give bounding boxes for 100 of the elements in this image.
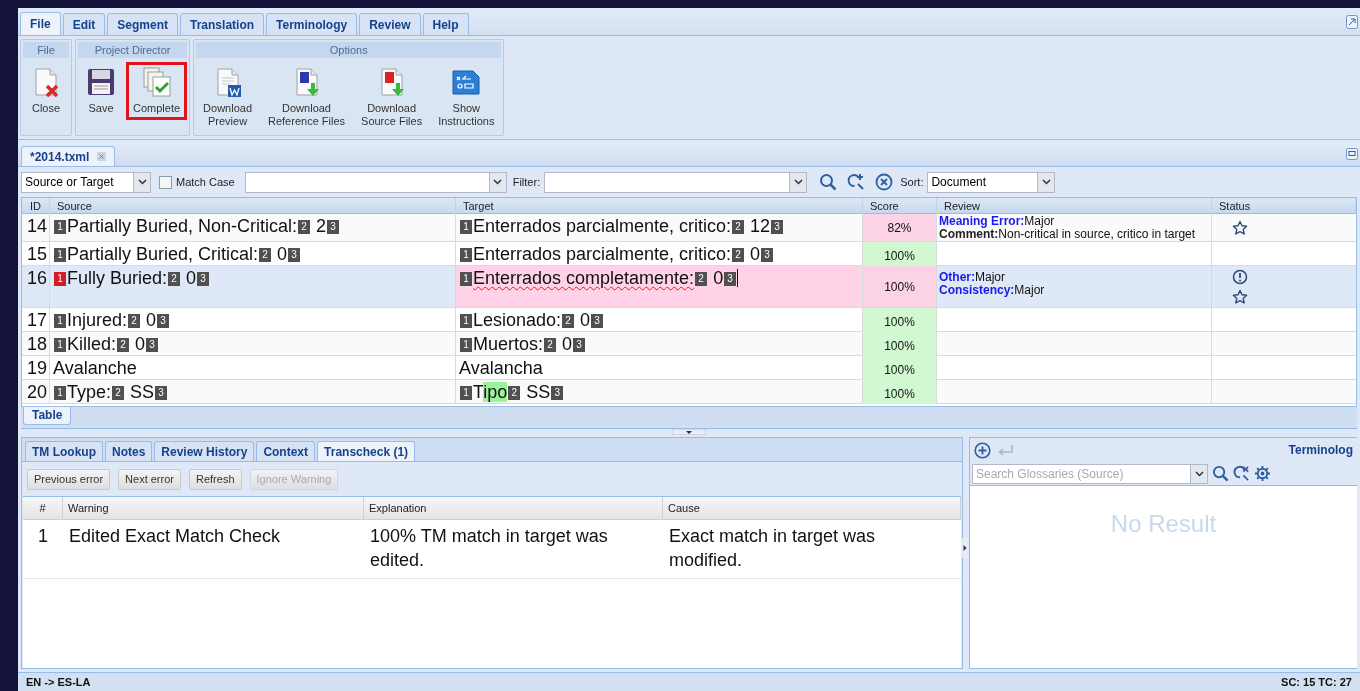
tag-marker: 3: [155, 386, 168, 400]
segment-row[interactable]: 16 1 Fully Buried: 2 0 3 1 Enterrados completamente: 2 0 3 100% Other:Major Consistency:Major: [22, 266, 1356, 308]
toolbar-button[interactable]: Refresh: [189, 468, 242, 490]
settings-icon[interactable]: [1254, 465, 1271, 482]
segment-text: 0: [561, 334, 573, 354]
maximize-icon[interactable]: [1346, 148, 1358, 160]
panel-tab[interactable]: Context: [256, 441, 316, 461]
tag-marker: 1: [460, 272, 472, 286]
filter-field[interactable]: [544, 171, 808, 193]
segment-row[interactable]: 15 1 Partially Buried, Critical: 2 0 3 1 Enterrados parcialmente, critico: 2 0 3 100%: [22, 242, 1356, 266]
toolbar-button[interactable]: Previous error: [27, 468, 111, 490]
segment-row[interactable]: 20 1 Type: 2 SS 3 1 Tipo 2 SS 3 100%: [22, 380, 1356, 404]
tag-marker: 3: [146, 338, 159, 352]
search-icon[interactable]: [1212, 465, 1229, 482]
panel-tab[interactable]: TM Lookup: [25, 441, 103, 461]
tag-marker: 2: [117, 338, 130, 352]
match-case-checkbox[interactable]: [159, 175, 172, 189]
menu-tab[interactable]: Terminology: [266, 13, 358, 35]
tag-marker: 3: [288, 248, 301, 262]
tag-marker: 1: [54, 248, 66, 262]
menu-tab[interactable]: File: [20, 12, 61, 35]
segment-text: 0: [579, 310, 591, 330]
segment-counts: SC: 15 TC: 27: [1281, 674, 1352, 690]
tag-marker: 3: [724, 272, 737, 286]
explanation-text: 100% TM match in target was edited.: [369, 525, 609, 572]
segment-text: 0: [145, 310, 157, 330]
menu-tab[interactable]: Help: [422, 13, 469, 35]
review-note: Consistency:Major: [939, 283, 1046, 297]
score-cell: 100%: [863, 266, 937, 307]
add-icon[interactable]: [974, 441, 991, 459]
tag-marker: 2: [128, 314, 141, 328]
search-next-icon[interactable]: [847, 173, 866, 191]
tag-marker: 1: [460, 220, 472, 234]
search-field[interactable]: [244, 171, 507, 193]
segment-row[interactable]: 19 Avalanche Avalancha 100%: [22, 356, 1356, 380]
review-note: Other:Major: [939, 270, 1005, 284]
score-cell: 100%: [863, 332, 937, 356]
segment-text: 0: [134, 334, 146, 354]
target-cell[interactable]: 1 Enterrados completamente: 2 0 3: [456, 266, 863, 307]
column-header[interactable]: Cause: [663, 497, 961, 520]
ribbon-group-title: Options: [196, 42, 502, 58]
warning-number: 1: [37, 525, 49, 548]
ribbon-button[interactable]: Download Reference Files: [261, 62, 353, 133]
ribbon-button[interactable]: Download Source Files: [354, 62, 430, 133]
clear-search-icon[interactable]: [1233, 465, 1250, 482]
menu-tab[interactable]: Segment: [107, 13, 179, 35]
ribbon-button[interactable]: Show Instructions: [431, 62, 502, 133]
segment-text: Avalanche: [53, 358, 137, 378]
tag-marker: 1: [460, 386, 472, 400]
segment-id: 20: [22, 380, 50, 404]
review-note: Comment:Non-critical in source, critico in target: [939, 227, 1197, 241]
tag-marker: 3: [327, 220, 340, 234]
tag-marker: 3: [157, 314, 170, 328]
filter-label: Filter:: [512, 174, 541, 190]
segment-text: Type:: [67, 382, 112, 402]
ribbon-group-title: Project Director: [78, 42, 188, 58]
menu-tab[interactable]: Review: [359, 13, 421, 35]
menu-tab[interactable]: Edit: [62, 13, 106, 35]
document-tab[interactable]: *2014.txml: [21, 146, 116, 166]
toolbar-button[interactable]: Next error: [118, 468, 181, 490]
clear-icon[interactable]: [875, 173, 894, 191]
segment-text: 0: [276, 244, 288, 264]
splitter-handle-icon[interactable]: [672, 429, 706, 435]
column-header[interactable]: #: [23, 497, 63, 520]
segment-text: SS: [525, 382, 551, 402]
tag-marker: 1: [460, 338, 472, 352]
tag-marker: 3: [573, 338, 586, 352]
tag-marker: 1: [54, 220, 66, 234]
tag-marker: 1: [460, 314, 472, 328]
segment-text: Enterrados parcialmente, critico:: [473, 216, 732, 236]
score-cell: 100%: [863, 356, 937, 380]
tag-marker: 3: [761, 248, 774, 262]
tag-marker: 3: [551, 386, 564, 400]
panel-tab[interactable]: Notes: [105, 441, 153, 461]
tag-marker: 3: [771, 220, 784, 234]
column-header[interactable]: Explanation: [364, 497, 663, 520]
menu-tab[interactable]: Translation: [180, 13, 265, 35]
close-icon[interactable]: [97, 152, 107, 161]
ribbon-button[interactable]: Complete: [126, 62, 188, 120]
view-tab[interactable]: Table: [23, 407, 72, 425]
segment-row[interactable]: 17 1 Injured: 2 0 3 1 Lesionado: 2 0 3 100%: [22, 308, 1356, 332]
sort-select[interactable]: Document: [927, 171, 1056, 193]
panel-tab[interactable]: Review History: [154, 441, 255, 461]
ribbon-button[interactable]: Save: [78, 62, 124, 120]
ribbon-button[interactable]: Close: [23, 62, 69, 120]
tag-marker: 2: [298, 220, 311, 234]
search-icon[interactable]: [819, 173, 838, 191]
segment-row[interactable]: 14 1 Partially Buried, Non-Critical: 2 2 3 1 Enterrados parcialmente, critico: 2 12 3 82% Meaning Error:Major Comment:Non-critical in source, critico in target: [22, 214, 1356, 242]
segment-text: Muertos:: [473, 334, 544, 354]
segment-id: 14: [22, 214, 50, 241]
column-header[interactable]: Warning: [63, 497, 364, 520]
collapse-icon[interactable]: [1346, 15, 1358, 29]
documents-check-icon: [140, 66, 173, 98]
match-case-label: Match Case: [176, 174, 235, 190]
segment-text: Partially Buried, Non-Critical:: [67, 216, 298, 236]
segment-text: 12: [749, 216, 771, 236]
ribbon-button[interactable]: Download Preview: [196, 62, 259, 133]
panel-tab[interactable]: Transcheck (1): [317, 441, 416, 461]
scope-select[interactable]: Source or Target: [21, 171, 151, 193]
segment-row[interactable]: 18 1 Killed: 2 0 3 1 Muertos: 2 0 3 100%: [22, 332, 1356, 356]
